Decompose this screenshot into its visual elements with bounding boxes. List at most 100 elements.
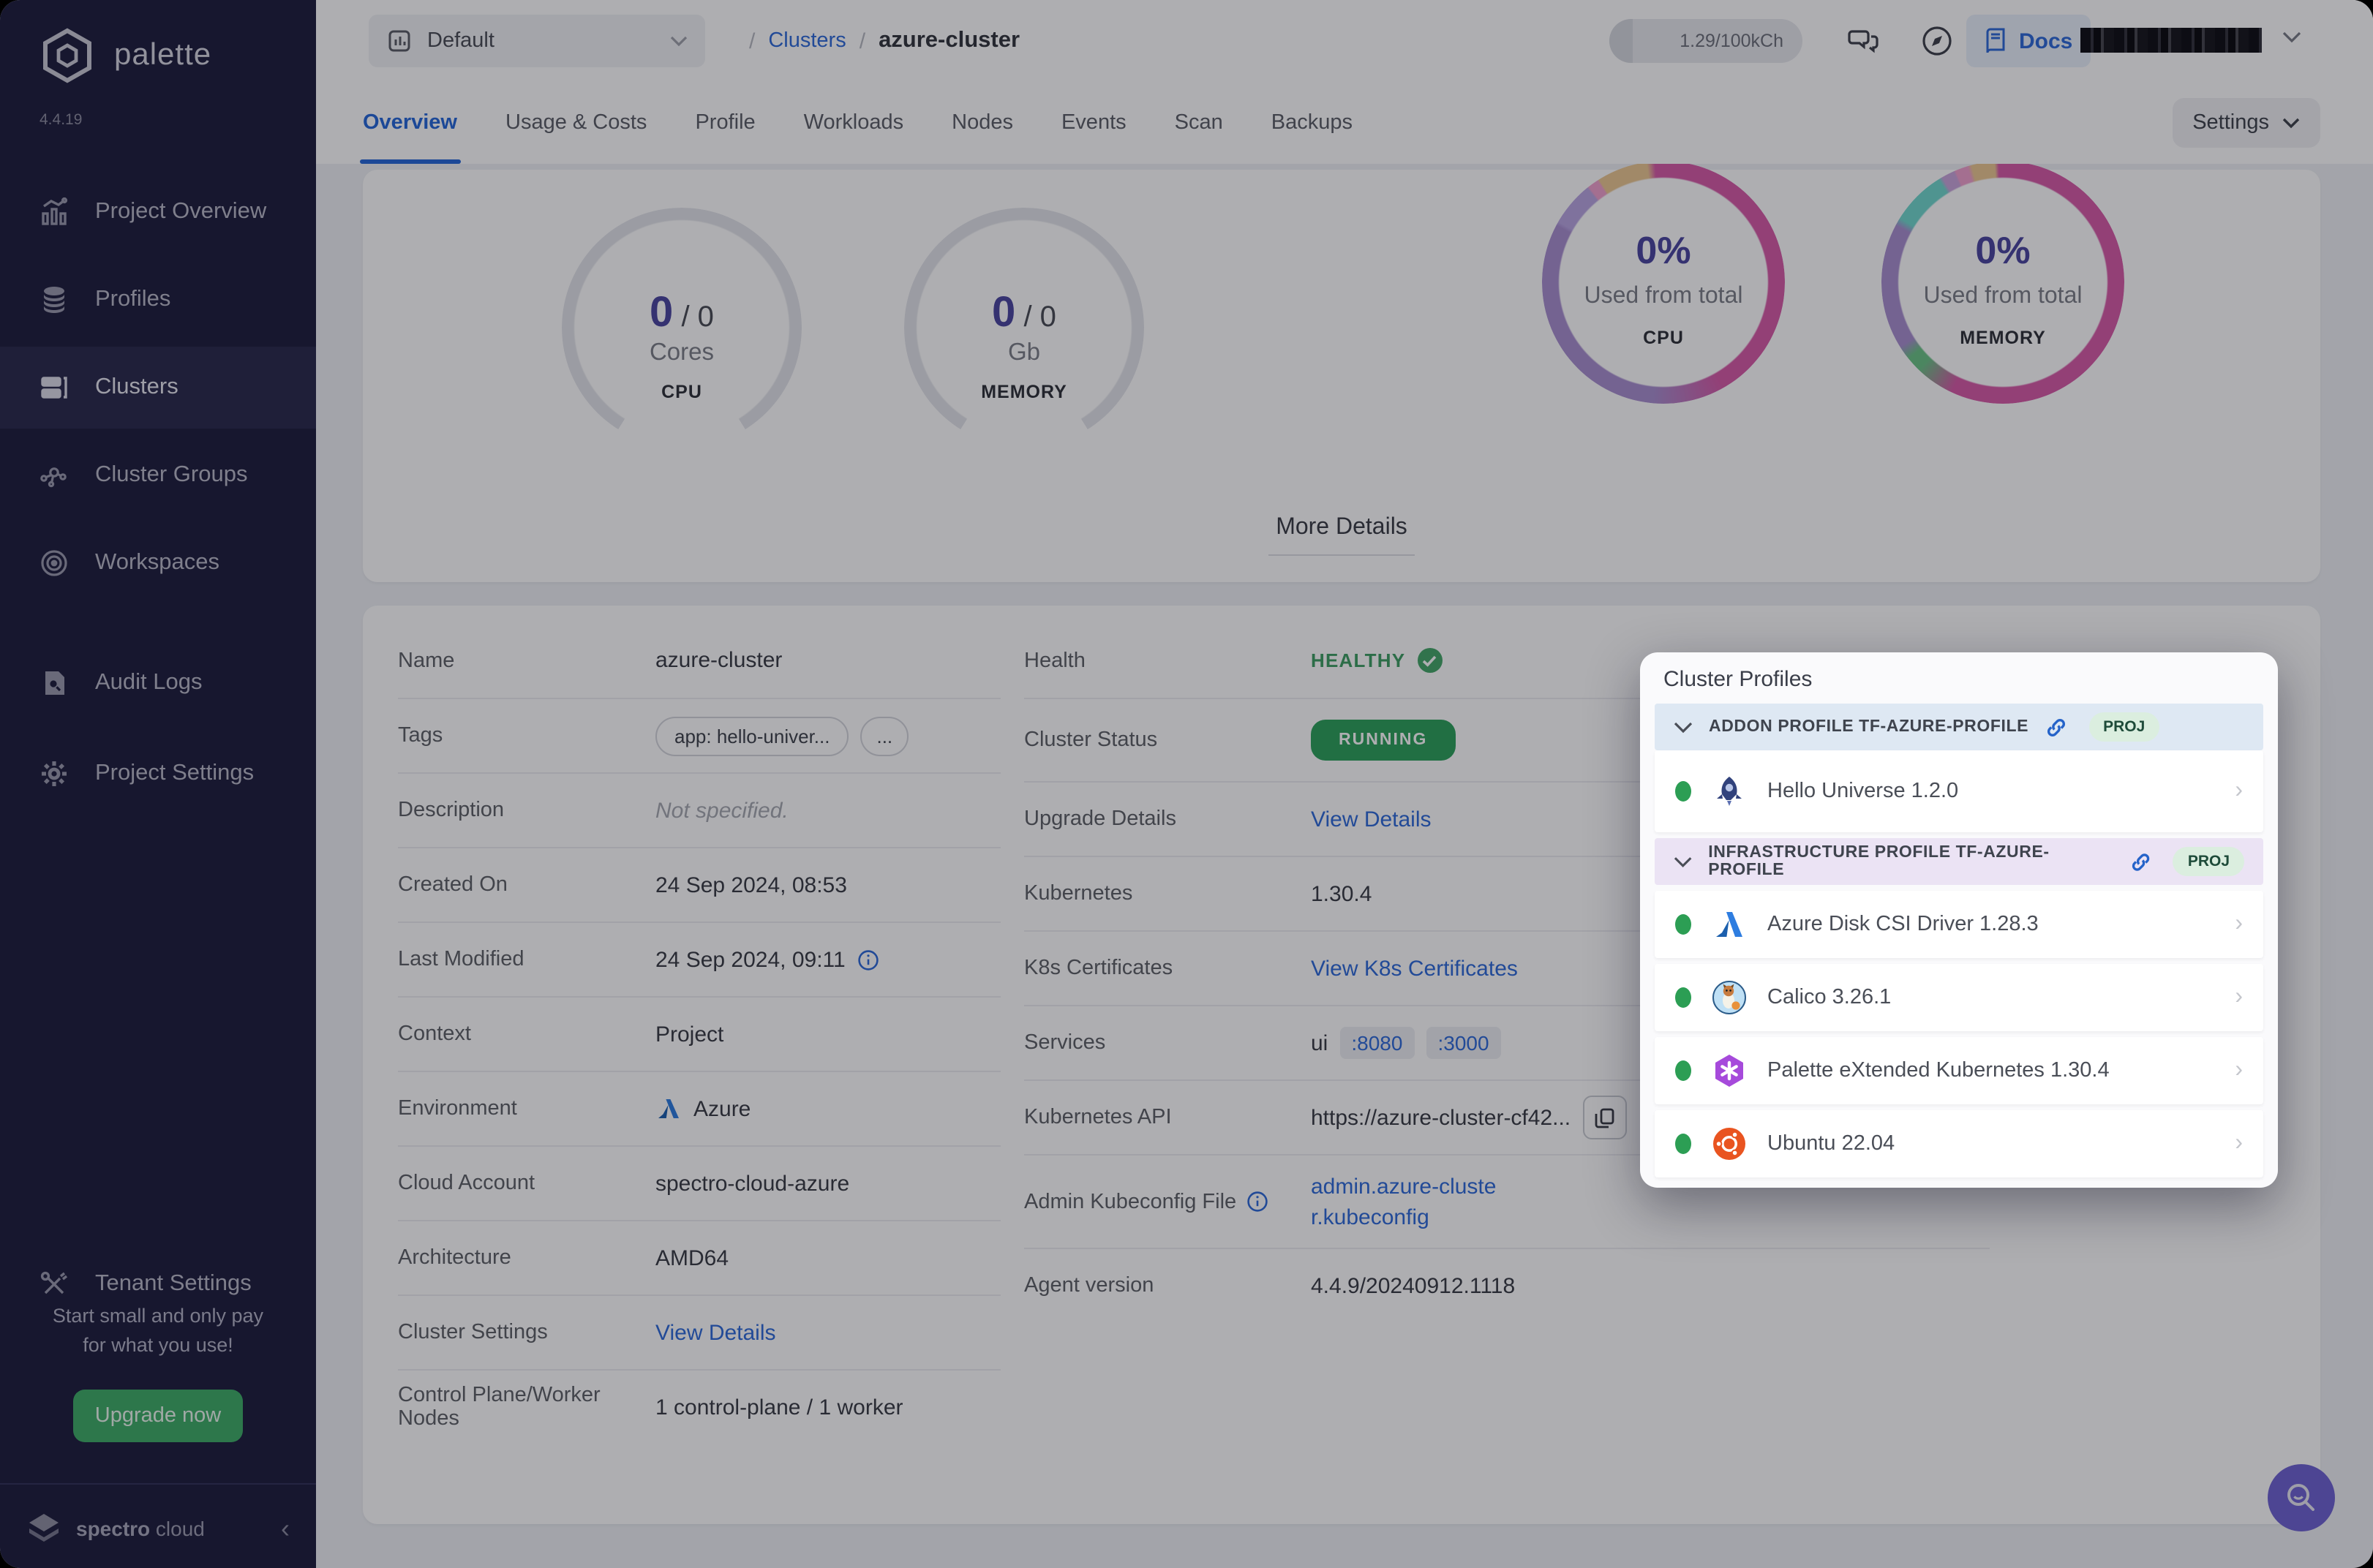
tab-events[interactable]: Events	[1061, 82, 1127, 164]
cpu-gauge-caption: CPU	[661, 382, 702, 402]
workspaces-icon	[41, 550, 67, 576]
breadcrumb-separator: /	[749, 29, 756, 53]
donut-ring	[1881, 161, 2124, 404]
status-dot-green	[1675, 1060, 1691, 1081]
tag-more-pill[interactable]: ...	[860, 716, 909, 755]
chevron-down-icon	[2282, 118, 2300, 129]
sidebar-collapse-button[interactable]: ‹	[281, 1513, 290, 1544]
sidebar-item-workspaces[interactable]: Workspaces	[0, 522, 316, 604]
memory-gauge-caption: MEMORY	[981, 382, 1067, 402]
info-icon[interactable]	[857, 949, 879, 970]
azure-disk-icon	[1716, 912, 1742, 937]
tab-backups[interactable]: Backups	[1271, 82, 1353, 164]
tab-nodes[interactable]: Nodes	[952, 82, 1013, 164]
copy-button[interactable]	[1582, 1096, 1627, 1139]
project-selector-value: Default	[427, 29, 494, 53]
detail-row-architecture: Architecture AMD64	[398, 1220, 1001, 1294]
detail-row-environment: Environment Azure	[398, 1071, 1001, 1145]
sidebar-item-cluster-groups[interactable]: Cluster Groups	[0, 434, 316, 516]
docs-button[interactable]: Docs	[1966, 15, 2091, 67]
palette-logo-icon	[43, 28, 91, 83]
upgrade-view-details-link[interactable]: View Details	[1311, 807, 1432, 832]
health-status-text: HEALTHY	[1311, 649, 1406, 671]
docs-label: Docs	[2019, 29, 2073, 53]
more-details-button[interactable]: More Details	[363, 515, 2320, 556]
more-details-underline	[1268, 554, 1415, 556]
app-version: 4.4.19	[40, 111, 83, 129]
link-icon[interactable]	[2045, 716, 2066, 738]
donut-ring	[1542, 161, 1785, 404]
cpu-gauge-value: 0 / 0	[650, 290, 714, 336]
check-circle-icon	[1417, 648, 1443, 673]
info-icon[interactable]	[1246, 1191, 1268, 1213]
spectro-cloud-logo-icon	[29, 1514, 59, 1542]
sidebar-item-project-overview[interactable]: Project Overview	[0, 171, 316, 253]
proj-scope-badge: PROJ	[2088, 712, 2160, 742]
detail-row-context: Context Project	[398, 996, 1001, 1071]
profile-row-hello-universe[interactable]: Hello Universe 1.2.0 ›	[1655, 750, 2263, 832]
breadcrumb: / Clusters / azure-cluster	[749, 0, 1020, 82]
cpu-usage-donut: 0% Used from total CPU	[1542, 161, 1785, 404]
proj-scope-badge: PROJ	[2173, 847, 2244, 876]
breadcrumb-link-clusters[interactable]: Clusters	[768, 29, 846, 53]
settings-label: Settings	[2192, 111, 2269, 135]
sidebar-item-audit-logs[interactable]: Audit Logs	[0, 642, 316, 724]
kubeconfig-download-link[interactable]: admin.azure-cluster.kubeconfig	[1311, 1171, 1504, 1232]
more-details-label: More Details	[1276, 515, 1407, 540]
profile-row-calico[interactable]: Calico 3.26.1 ›	[1655, 964, 2263, 1031]
tab-overview[interactable]: Overview	[360, 82, 459, 164]
sidebar-item-project-settings[interactable]: Project Settings	[0, 733, 316, 815]
brand-logo[interactable]: palette	[38, 26, 211, 85]
tab-workloads[interactable]: Workloads	[804, 82, 903, 164]
sidebar-item-clusters[interactable]: Clusters	[0, 347, 316, 429]
detail-row-tags: Tags app: hello-univer... ...	[398, 698, 1001, 772]
search-fab-button[interactable]	[2268, 1464, 2335, 1531]
user-account-redacted[interactable]	[2080, 28, 2262, 53]
service-port-link-8080[interactable]: :8080	[1339, 1027, 1415, 1059]
status-dot-green	[1675, 1134, 1691, 1154]
sidebar: palette 4.4.19 Project Overview Profiles	[0, 0, 316, 1568]
server-icon	[41, 377, 67, 399]
cluster-tabs-bar: Overview Usage & Costs Profile Workloads…	[316, 82, 2373, 164]
sidebar-item-label: Cluster Groups	[95, 462, 248, 487]
project-icon	[388, 30, 410, 52]
tab-scan[interactable]: Scan	[1175, 82, 1223, 164]
usage-meter-pill[interactable]: 1.29/100kCh	[1609, 19, 1802, 63]
profile-row-label: Azure Disk CSI Driver 1.28.3	[1767, 913, 2039, 936]
status-dot-green	[1675, 987, 1691, 1008]
link-icon[interactable]	[2130, 851, 2151, 872]
chevron-right-icon: ›	[2235, 911, 2243, 936]
status-dot-green	[1675, 914, 1691, 935]
detail-row-cluster-settings: Cluster Settings View Details	[398, 1294, 1001, 1369]
settings-button[interactable]: Settings	[2172, 98, 2320, 148]
gear-icon	[42, 761, 67, 786]
view-k8s-certificates-link[interactable]: View K8s Certificates	[1311, 956, 1518, 981]
tab-profile[interactable]: Profile	[695, 82, 755, 164]
profile-row-azure-disk-csi[interactable]: Azure Disk CSI Driver 1.28.3 ›	[1655, 891, 2263, 958]
chevron-down-icon	[1674, 721, 1693, 733]
spectro-cloud-brand: spectro cloud ‹	[0, 1492, 316, 1565]
memory-gauge-unit: Gb	[1007, 339, 1040, 366]
chat-icon[interactable]	[1846, 23, 1881, 59]
sidebar-item-label: Audit Logs	[95, 670, 203, 695]
service-port-link-3000[interactable]: :3000	[1426, 1027, 1501, 1059]
compass-icon[interactable]	[1919, 23, 1955, 59]
sidebar-item-label: Project Overview	[95, 199, 267, 224]
infrastructure-profile-section-header[interactable]: INFRASTRUCTURE PROFILE TF-AZURE-PROFILE …	[1655, 838, 2263, 885]
memory-usage-donut: 0% Used from total MEMORY	[1881, 161, 2124, 404]
upgrade-now-button[interactable]: Upgrade now	[73, 1390, 243, 1442]
cpu-donut-percent: 0%	[1636, 228, 1691, 272]
sidebar-item-label: Tenant Settings	[95, 1271, 252, 1296]
profile-row-palette-extended-kubernetes[interactable]: Palette eXtended Kubernetes 1.30.4 ›	[1655, 1037, 2263, 1104]
chevron-down-icon[interactable]	[2282, 31, 2301, 44]
top-bar: Default / Clusters / azure-cluster 1.29/…	[316, 0, 2373, 82]
sidebar-item-profiles[interactable]: Profiles	[0, 259, 316, 341]
tag-pill[interactable]: app: hello-univer...	[655, 716, 849, 755]
project-selector[interactable]: Default	[369, 15, 705, 67]
detail-row-description: Description Not specified.	[398, 772, 1001, 847]
tab-usage-costs[interactable]: Usage & Costs	[505, 82, 647, 164]
layers-icon	[44, 287, 64, 313]
cluster-settings-view-details-link[interactable]: View Details	[655, 1320, 776, 1345]
profile-row-ubuntu[interactable]: Ubuntu 22.04 ›	[1655, 1110, 2263, 1177]
addon-profile-section-header[interactable]: ADDON PROFILE TF-AZURE-PROFILE PROJ	[1655, 704, 2263, 750]
